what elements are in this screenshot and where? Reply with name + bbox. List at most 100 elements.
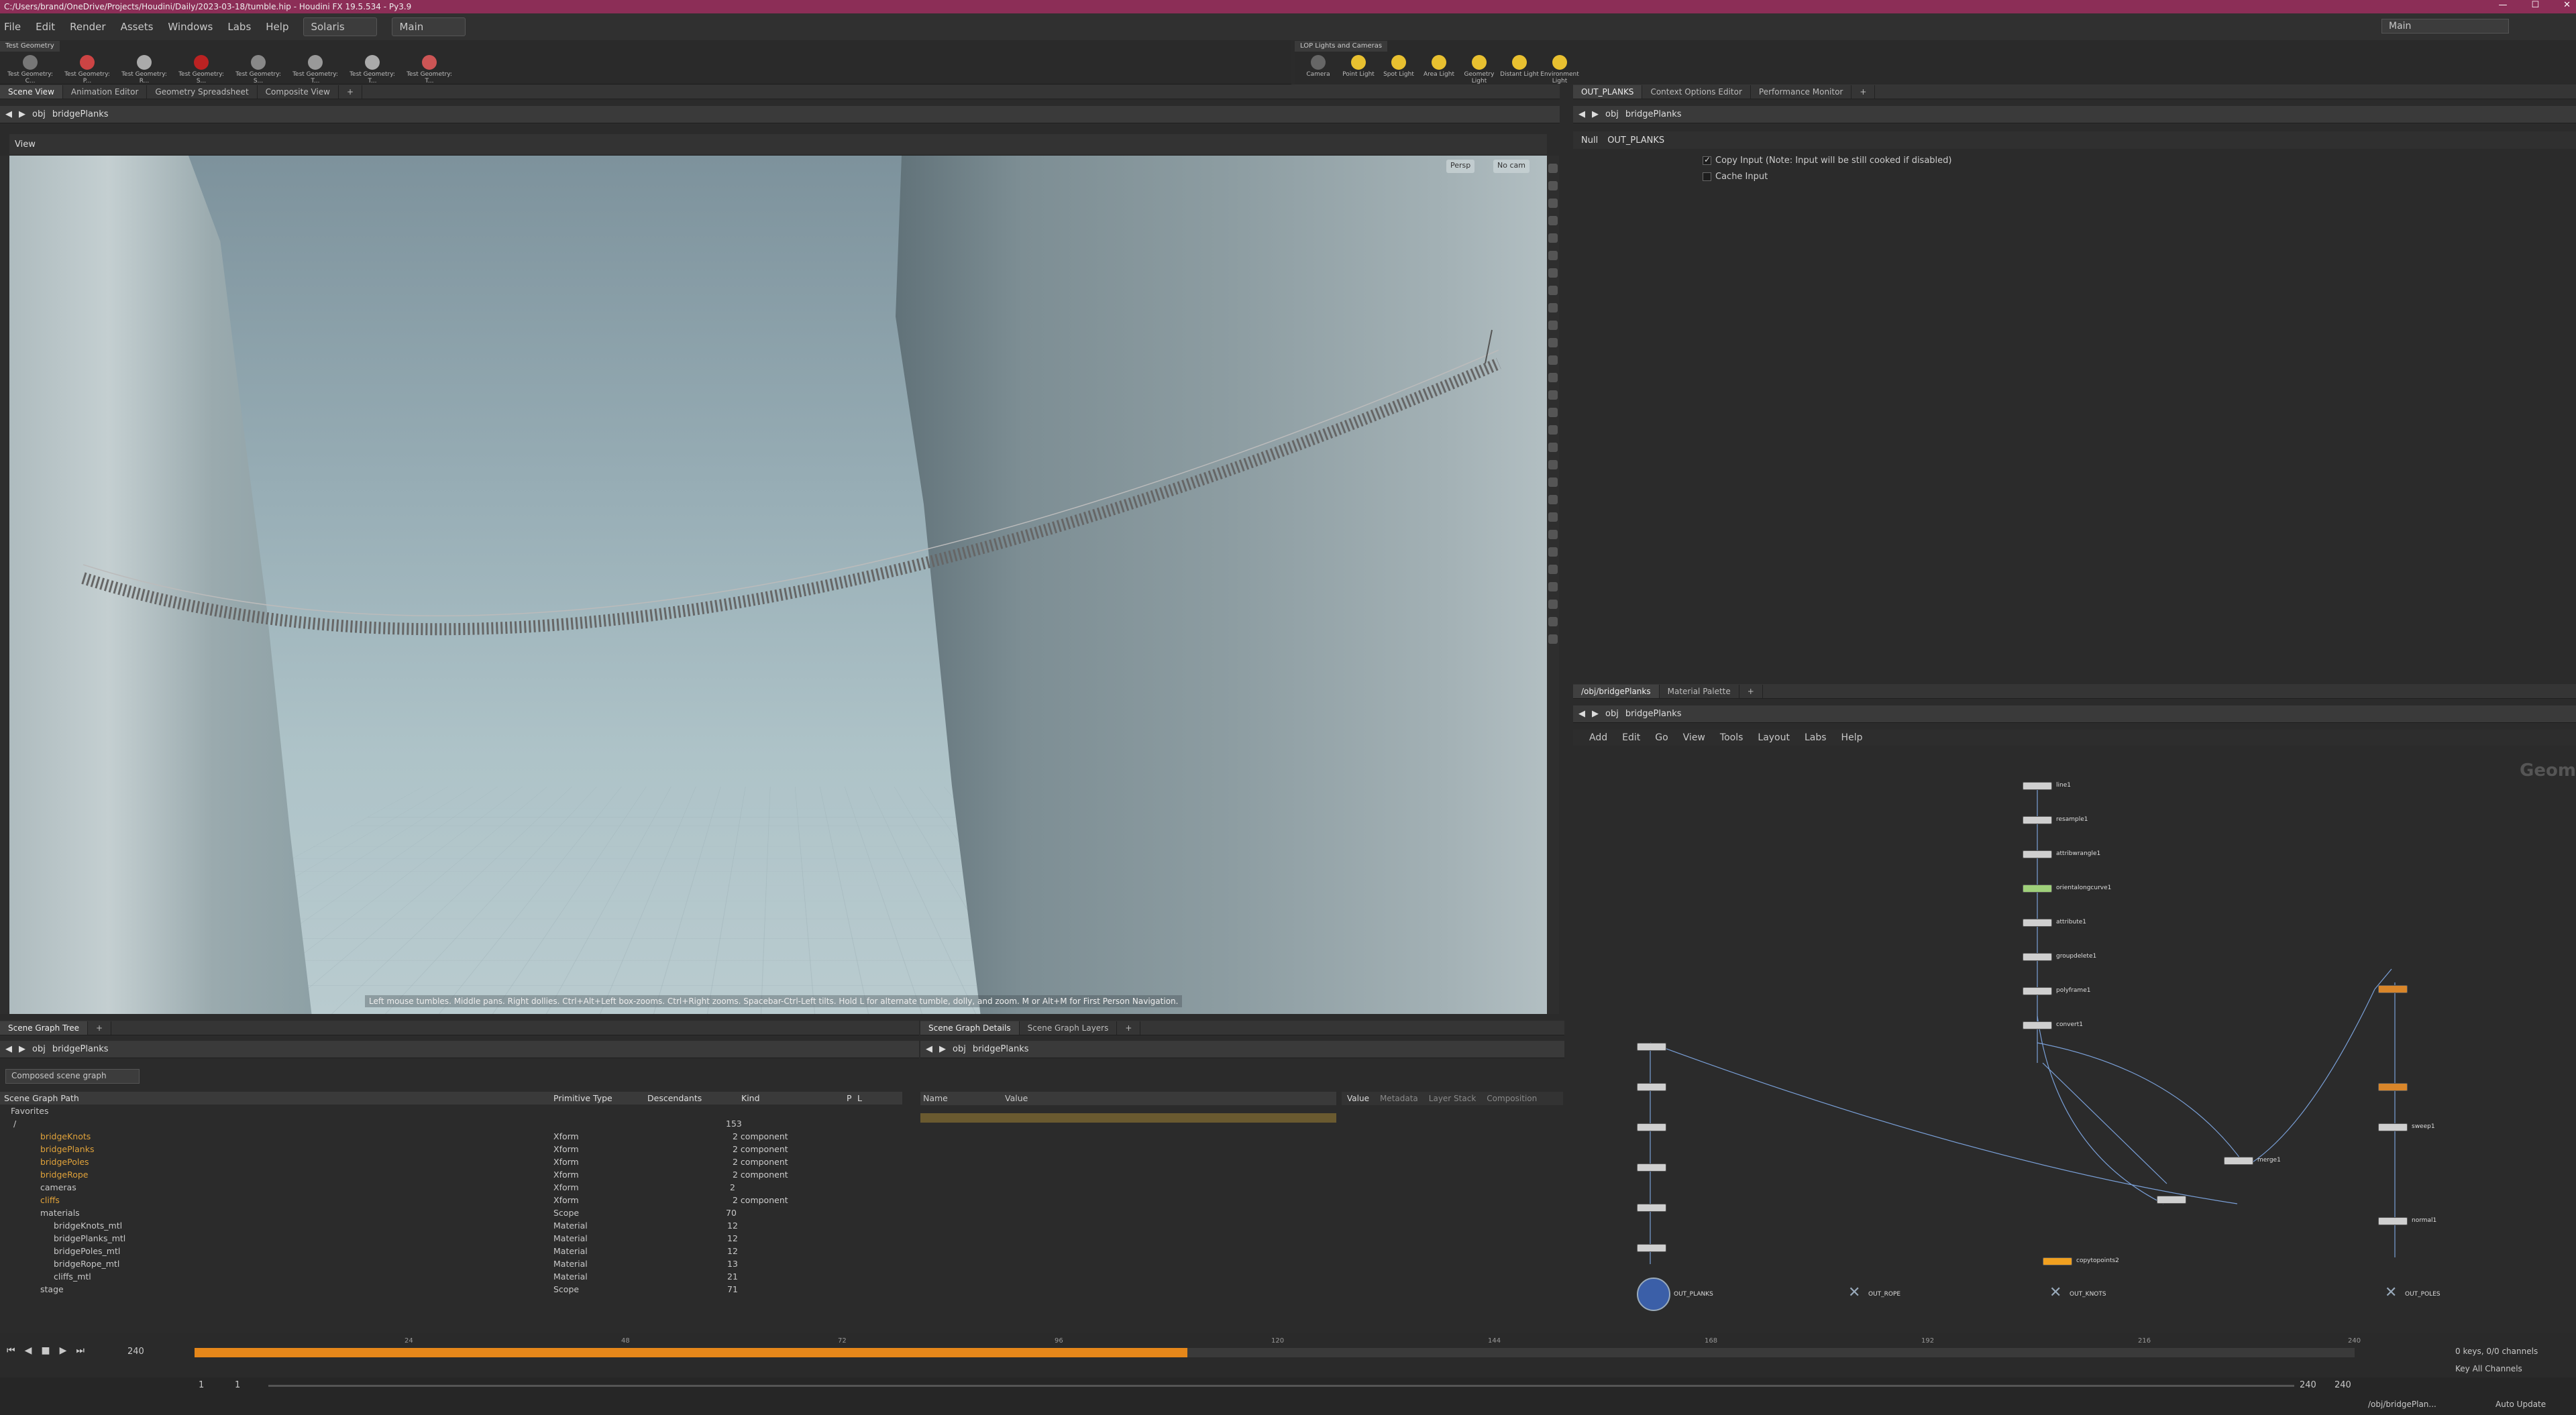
table-row[interactable]: bridgePoles Xform 2 component [0,1155,902,1168]
stop-icon[interactable]: ■ [41,1345,50,1356]
tab-scene-graph-tree[interactable]: Scene Graph Tree [0,1021,89,1035]
node-selected[interactable] [2378,1083,2408,1091]
shelf-tool[interactable]: Test Geometry: P... [64,55,111,84]
node-polyframe1[interactable] [2023,987,2052,995]
persp-menu[interactable]: Persp [1446,160,1475,173]
tab-out-planks[interactable]: OUT_PLANKS [1573,84,1643,99]
auto-update-button[interactable]: Auto Update [2496,1400,2546,1409]
minimize-icon[interactable]: — [2498,0,2507,10]
path-node[interactable]: bridgePlanks [52,109,109,119]
shelf-tab-lights[interactable]: LOP Lights and Cameras [1295,41,1388,52]
maximize-icon[interactable]: ☐ [2531,0,2539,10]
tab-performance-monitor[interactable]: Performance Monitor [1751,84,1852,99]
node-name[interactable]: OUT_PLANKS [1607,135,1664,146]
menu-tools[interactable]: Tools [1720,732,1743,743]
menu-labs[interactable]: Labs [1805,732,1827,743]
table-row[interactable]: bridgeKnots_mtl Material 12 [0,1219,902,1232]
menu-layout[interactable]: Layout [1758,732,1790,743]
shelf-tool[interactable]: Test Geometry: S... [235,55,282,84]
menu-render[interactable]: Render [70,21,105,33]
tab-scene-graph-layers[interactable]: Scene Graph Layers [1020,1021,1118,1035]
tab-value[interactable]: Value [1347,1094,1369,1103]
menu-windows[interactable]: Windows [168,21,213,33]
node-upstream[interactable] [1637,1244,1666,1252]
last-frame-icon[interactable]: ⏭ [76,1345,85,1356]
node-sweep1[interactable] [2378,1123,2408,1131]
table-row[interactable]: bridgePlanks Xform 2 component [0,1143,902,1155]
copy-input-param[interactable]: Copy Input (Note: Input will be still co… [1703,155,1952,166]
back-arrow-icon[interactable]: ◀ [5,109,12,119]
table-row[interactable]: bridgeRope Xform 2 component [0,1168,902,1181]
shelf-tab-test-geometry[interactable]: Test Geometry [0,41,60,52]
node-groupdelete1[interactable] [2023,953,2052,961]
node-upstream[interactable] [1637,1164,1666,1172]
menu-help[interactable]: Help [1841,732,1863,743]
table-row[interactable]: bridgeKnots Xform 2 component [0,1130,902,1143]
menu-edit[interactable]: Edit [36,21,55,33]
current-frame[interactable]: 240 [127,1347,144,1357]
range-end-2[interactable]: 240 [2334,1380,2351,1390]
back-arrow-icon[interactable]: ◀ [1578,109,1585,119]
range-slider[interactable] [268,1385,2294,1387]
shelf-tool[interactable]: Test Geometry: T... [406,55,453,84]
key-all-channels-button[interactable]: Key All Channels [2455,1364,2522,1373]
range-end[interactable]: 240 [2300,1380,2316,1390]
node-selected[interactable] [2378,985,2408,993]
tab-scene-view[interactable]: Scene View [0,84,63,99]
table-row[interactable]: materials Scope 70 [0,1206,902,1219]
node-orientalongcurve1[interactable] [2023,885,2052,893]
forward-arrow-icon[interactable]: ▶ [19,1044,25,1054]
first-frame-icon[interactable]: ⏮ [7,1345,15,1356]
node-out-planks[interactable] [1637,1278,1670,1311]
table-row[interactable]: bridgeRope_mtl Material 13 [0,1257,902,1270]
scene-graph-filter[interactable]: Composed scene graph [5,1069,140,1084]
path-obj[interactable]: obj [1605,109,1619,119]
play-icon[interactable]: ▶ [60,1345,67,1356]
path-node[interactable]: bridgePlanks [973,1044,1029,1054]
menu-view[interactable]: View [1683,732,1705,743]
3d-viewport[interactable]: Left mouse tumbles. Middle pans. Right d… [9,156,1547,1014]
add-tab-button[interactable]: + [1117,1021,1141,1035]
menu-assets[interactable]: Assets [121,21,154,33]
desktop-main-select[interactable]: Main [2381,19,2509,34]
range-start-2[interactable]: 1 [235,1380,240,1390]
shelf-tool[interactable]: Test Geometry: C... [7,55,54,84]
path-obj[interactable]: obj [1605,709,1619,719]
add-tab-button[interactable]: + [1851,84,1876,99]
tab-context-options[interactable]: Context Options Editor [1642,84,1751,99]
path-obj[interactable]: obj [953,1044,966,1054]
node-line1[interactable] [2023,782,2052,790]
desktop-select[interactable]: Main [392,17,466,36]
back-arrow-icon[interactable]: ◀ [926,1044,932,1054]
node-upstream[interactable] [1637,1043,1666,1051]
shelf-tool[interactable]: Test Geometry: S... [178,55,225,84]
tab-network-path[interactable]: /obj/bridgePlanks [1573,684,1660,698]
table-row[interactable]: cliffs_mtl Material 21 [0,1270,902,1283]
camera-menu[interactable]: No cam [1493,160,1529,173]
back-arrow-icon[interactable]: ◀ [5,1044,12,1054]
node-normal1[interactable] [2378,1217,2408,1225]
copy-input-checkbox[interactable] [1703,155,1711,165]
shelf-tool[interactable]: Test Geometry: T... [292,55,339,84]
add-tab-button[interactable]: + [339,84,363,99]
tab-composition[interactable]: Composition [1487,1094,1537,1103]
tab-animation-editor[interactable]: Animation Editor [63,84,148,99]
node-resample1[interactable] [2023,816,2052,824]
tab-layer-stack[interactable]: Layer Stack [1429,1094,1477,1103]
node-merge[interactable] [2157,1196,2186,1204]
path-node[interactable]: bridgePlanks [1625,709,1682,719]
node-attribwrangle1[interactable] [2023,850,2052,858]
menu-file[interactable]: File [4,21,21,33]
tab-material-palette[interactable]: Material Palette [1660,684,1739,698]
tab-scene-graph-details[interactable]: Scene Graph Details [920,1021,1020,1035]
node-convert1[interactable] [2023,1021,2052,1029]
node-upstream[interactable] [1637,1083,1666,1091]
table-row[interactable]: stage Scope 71 [0,1283,902,1296]
tab-composite-view[interactable]: Composite View [258,84,339,99]
cache-input-param[interactable]: Cache Input [1703,172,1768,182]
table-row[interactable]: cliffs Xform 2 component [0,1194,902,1206]
menu-labs[interactable]: Labs [227,21,251,33]
path-node[interactable]: bridgePlanks [52,1044,109,1054]
path-obj[interactable]: obj [32,1044,46,1054]
step-back-icon[interactable]: ◀ [25,1345,32,1356]
